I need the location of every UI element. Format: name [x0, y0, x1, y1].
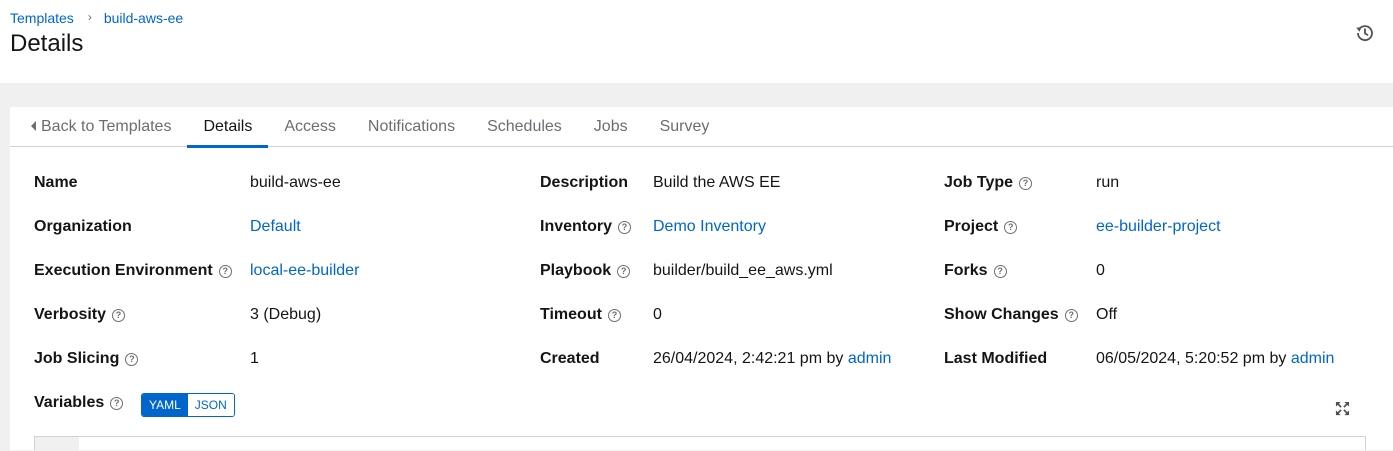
tab-label: Details [203, 118, 253, 135]
forks-label: Forks ? [944, 259, 1007, 283]
details-card: Back to Templates Details Access Notific… [10, 107, 1393, 451]
last-modified-by: by [1269, 350, 1287, 367]
verbosity-label-text: Verbosity [34, 306, 107, 323]
timeout-label: Timeout ? [540, 303, 621, 327]
inventory-label-text: Inventory [540, 218, 613, 235]
tab-notifications[interactable]: Notifications [352, 107, 471, 147]
caret-left-icon [31, 121, 36, 131]
playbook-value: builder/build_ee_aws.yml [653, 262, 833, 279]
name-label: Name [34, 174, 78, 191]
name-value: build-aws-ee [250, 174, 341, 191]
question-circle-icon[interactable]: ? [607, 308, 621, 322]
question-circle-icon[interactable]: ? [125, 352, 139, 366]
execution-environment-label-text: Execution Environment [34, 262, 213, 279]
job-type-label: Job Type ? [944, 171, 1033, 195]
verbosity-value: 3 (Debug) [250, 306, 322, 323]
last-modified-label: Last Modified [944, 350, 1048, 367]
timeout-label-text: Timeout [540, 306, 602, 323]
show-changes-value: Off [1096, 306, 1118, 323]
breadcrumb-current-link[interactable]: build-aws-ee [104, 10, 183, 26]
tab-label: Survey [659, 118, 710, 135]
question-circle-icon[interactable]: ? [618, 220, 632, 234]
detail-row: Verbosity ? 3 (Debug) Timeout ? 0 Show C… [10, 303, 1393, 327]
created-date: 26/04/2024, 2:42:21 pm [653, 350, 823, 367]
description-value: Build the AWS EE [653, 174, 781, 191]
page-title: Details [10, 30, 84, 57]
job-slicing-label-text: Job Slicing [34, 350, 120, 367]
detail-row: Execution Environment ? local-ee-builder… [10, 259, 1393, 283]
forks-value: 0 [1096, 262, 1105, 279]
last-modified-date: 06/05/2024, 5:20:52 pm [1096, 350, 1266, 367]
tab-survey[interactable]: Survey [644, 107, 726, 147]
execution-environment-link[interactable]: local-ee-builder [250, 262, 359, 280]
job-type-value: run [1096, 174, 1120, 191]
created-value: 26/04/2024, 2:42:21 pm by admin [653, 347, 891, 371]
tab-back-to-templates[interactable]: Back to Templates [10, 107, 187, 147]
created-user-link[interactable]: admin [848, 350, 892, 368]
organization-value: Default [250, 215, 301, 239]
project-label-text: Project [944, 218, 999, 235]
created-by: by [826, 350, 844, 367]
job-type-label-text: Job Type [944, 174, 1014, 191]
tab-schedules[interactable]: Schedules [471, 107, 578, 147]
tab-label: Schedules [487, 118, 562, 135]
breadcrumb: Templates › build-aws-ee [10, 9, 183, 27]
editor-gutter [35, 437, 79, 451]
description-label: Description [540, 174, 629, 191]
variables-format-toggle: YAML JSON [141, 393, 235, 417]
inventory-value: Demo Inventory [653, 215, 766, 239]
question-circle-icon[interactable]: ? [1019, 176, 1033, 190]
show-changes-label: Show Changes ? [944, 303, 1078, 327]
breadcrumb-templates-link[interactable]: Templates [10, 10, 74, 26]
detail-row: Name build-aws-ee Description Build the … [10, 171, 1393, 195]
tab-label: Jobs [593, 118, 628, 135]
project-link[interactable]: ee-builder-project [1096, 218, 1221, 236]
last-modified-value: 06/05/2024, 5:20:52 pm by admin [1096, 347, 1334, 371]
forks-label-text: Forks [944, 262, 988, 279]
detail-row: Job Slicing ? 1 Created 26/04/2024, 2:42… [10, 347, 1393, 371]
tab-details[interactable]: Details [187, 107, 269, 148]
inventory-link[interactable]: Demo Inventory [653, 218, 766, 236]
question-circle-icon[interactable]: ? [1064, 308, 1078, 322]
tab-label: Access [284, 118, 336, 135]
question-circle-icon[interactable]: ? [218, 264, 232, 278]
organization-label: Organization [34, 218, 132, 235]
question-circle-icon[interactable]: ? [617, 264, 631, 278]
detail-row: Organization Default Inventory ? Demo In… [10, 215, 1393, 239]
variables-label: Variables ? [34, 391, 124, 415]
execution-environment-value: local-ee-builder [250, 259, 359, 283]
verbosity-label: Verbosity ? [34, 303, 126, 327]
tab-access[interactable]: Access [268, 107, 352, 147]
job-slicing-label: Job Slicing ? [34, 347, 139, 371]
tab-bar: Back to Templates Details Access Notific… [10, 107, 1393, 148]
question-circle-icon[interactable]: ? [110, 396, 124, 410]
tab-label: Notifications [367, 118, 456, 135]
question-circle-icon[interactable]: ? [112, 308, 126, 322]
organization-link[interactable]: Default [250, 218, 301, 236]
tab-jobs[interactable]: Jobs [578, 107, 644, 147]
json-toggle-button[interactable]: JSON [187, 394, 234, 416]
timeout-value: 0 [653, 306, 662, 323]
question-circle-icon[interactable]: ? [1004, 220, 1018, 234]
yaml-toggle-button[interactable]: YAML [142, 394, 188, 416]
history-icon[interactable] [1355, 23, 1375, 43]
playbook-label-text: Playbook [540, 262, 612, 279]
chevron-right-icon: › [87, 10, 92, 24]
playbook-label: Playbook ? [540, 259, 631, 283]
inventory-label: Inventory ? [540, 215, 632, 239]
variables-label-text: Variables [34, 394, 105, 411]
execution-environment-label: Execution Environment ? [34, 259, 232, 283]
project-label: Project ? [944, 215, 1018, 239]
created-label: Created [540, 350, 600, 367]
variables-code-editor[interactable] [34, 436, 1366, 451]
page-header: Templates › build-aws-ee Details [0, 0, 1393, 83]
job-slicing-value: 1 [250, 350, 259, 367]
tab-label: Back to Templates [41, 118, 172, 135]
last-modified-user-link[interactable]: admin [1291, 350, 1335, 368]
show-changes-label-text: Show Changes [944, 306, 1059, 323]
project-value: ee-builder-project [1096, 215, 1221, 239]
expand-icon[interactable] [1335, 401, 1350, 416]
question-circle-icon[interactable]: ? [993, 264, 1007, 278]
